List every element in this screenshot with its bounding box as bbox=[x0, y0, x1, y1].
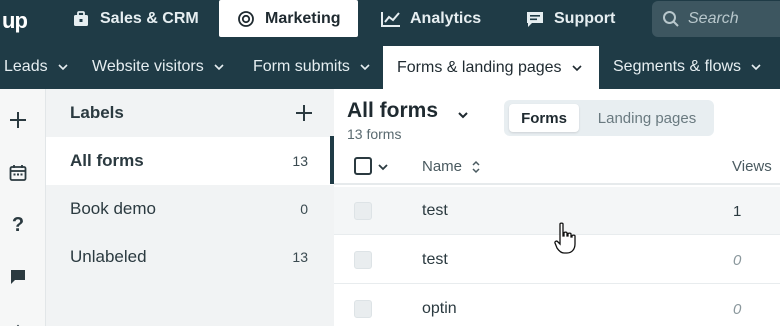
sort-icon bbox=[472, 160, 480, 173]
toggle-forms[interactable]: Forms bbox=[509, 104, 579, 132]
subnav-form-submits[interactable]: Form submits bbox=[253, 45, 370, 89]
target-icon bbox=[235, 8, 257, 30]
search-placeholder: Search bbox=[688, 10, 739, 27]
chevron-down-icon[interactable] bbox=[457, 109, 469, 121]
row-checkbox[interactable] bbox=[354, 300, 372, 318]
table-header: Name Views bbox=[334, 147, 780, 185]
nav-marketing[interactable]: Marketing bbox=[219, 0, 358, 37]
search-icon bbox=[662, 10, 680, 28]
nav-analytics-label: Analytics bbox=[410, 9, 482, 27]
column-header-views[interactable]: Views bbox=[732, 158, 772, 175]
subnav-leads[interactable]: Leads bbox=[4, 45, 68, 89]
subnav-forms-landing-pages[interactable]: Forms & landing pages bbox=[383, 46, 599, 89]
nav-support-label: Support bbox=[554, 9, 616, 27]
chevron-down-icon[interactable] bbox=[378, 162, 388, 172]
subnav-segments-flows[interactable]: Segments & flows bbox=[613, 45, 761, 89]
chat-bubble-icon bbox=[524, 8, 546, 30]
subnav-website-visitors[interactable]: Website visitors bbox=[92, 45, 224, 89]
plus-icon bbox=[296, 105, 312, 121]
labels-heading: Labels bbox=[70, 103, 124, 122]
nav-sales-crm[interactable]: Sales & CRM bbox=[70, 0, 199, 37]
label-item-book-demo[interactable]: Book demo 0 bbox=[46, 185, 334, 233]
briefcase-icon bbox=[70, 8, 92, 30]
nav-analytics[interactable]: Analytics bbox=[380, 0, 481, 37]
label-item-name: Book demo bbox=[70, 199, 156, 218]
more-icon[interactable] bbox=[6, 317, 30, 326]
labels-panel: Labels All forms 13 Book demo 0 Unlabele… bbox=[46, 89, 334, 326]
label-item-count: 0 bbox=[300, 201, 308, 217]
hand-pointer-icon bbox=[554, 222, 576, 254]
label-item-count: 13 bbox=[292, 249, 308, 265]
row-checkbox[interactable] bbox=[354, 202, 372, 220]
nav-support[interactable]: Support bbox=[524, 0, 615, 37]
label-item-unlabeled[interactable]: Unlabeled 13 bbox=[46, 233, 334, 281]
form-views: 0 bbox=[733, 252, 742, 269]
label-item-all-forms[interactable]: All forms 13 bbox=[46, 137, 334, 185]
toggle-landing-pages[interactable]: Landing pages bbox=[586, 104, 708, 132]
forms-count: 13 forms bbox=[347, 126, 402, 142]
chat-icon[interactable] bbox=[6, 265, 30, 289]
page-title: All forms bbox=[347, 99, 439, 122]
nav-marketing-label: Marketing bbox=[265, 9, 341, 27]
column-header-name-label: Name bbox=[422, 158, 463, 175]
subnav-segments-flows-label: Segments & flows bbox=[613, 58, 742, 75]
row-checkbox[interactable] bbox=[354, 251, 372, 269]
nav-sales-crm-label: Sales & CRM bbox=[100, 9, 199, 27]
left-rail: ? bbox=[0, 89, 46, 326]
form-views: 1 bbox=[733, 203, 742, 220]
column-header-name[interactable]: Name bbox=[422, 158, 482, 175]
chart-line-icon bbox=[380, 8, 402, 30]
table-row[interactable]: optin 0 bbox=[334, 285, 780, 326]
label-item-name: All forms bbox=[70, 151, 144, 170]
sub-navigation-bar: Leads Website visitors Form submits Form… bbox=[0, 45, 780, 89]
add-label-button[interactable] bbox=[294, 103, 316, 125]
chevron-down-icon bbox=[58, 64, 68, 71]
app-logo[interactable]: up bbox=[0, 6, 40, 36]
help-icon[interactable]: ? bbox=[6, 213, 30, 237]
calendar-icon[interactable] bbox=[6, 161, 30, 185]
label-item-name: Unlabeled bbox=[70, 247, 147, 266]
chevron-down-icon bbox=[571, 64, 582, 71]
top-navigation-bar: up Sales & CRM Marketing Analytics Suppo… bbox=[0, 0, 780, 45]
plus-icon[interactable] bbox=[6, 108, 30, 132]
subnav-leads-label: Leads bbox=[4, 58, 48, 75]
form-views: 0 bbox=[733, 301, 742, 318]
chevron-down-icon bbox=[751, 64, 761, 71]
forms-main-area: All forms 13 forms Forms Landing pages N… bbox=[334, 89, 780, 326]
form-name[interactable]: optin bbox=[422, 300, 457, 318]
subnav-form-submits-label: Form submits bbox=[253, 58, 350, 75]
chevron-down-icon bbox=[360, 64, 370, 71]
subnav-forms-landing-pages-label: Forms & landing pages bbox=[397, 58, 562, 76]
form-name[interactable]: test bbox=[422, 251, 448, 269]
search-input[interactable]: Search bbox=[652, 1, 780, 37]
forms-landing-toggle: Forms Landing pages bbox=[504, 100, 714, 136]
chevron-down-icon bbox=[214, 64, 224, 71]
label-item-count: 13 bbox=[292, 153, 308, 169]
form-name[interactable]: test bbox=[422, 202, 448, 220]
subnav-website-visitors-label: Website visitors bbox=[92, 58, 204, 75]
select-all-checkbox[interactable] bbox=[354, 157, 372, 175]
